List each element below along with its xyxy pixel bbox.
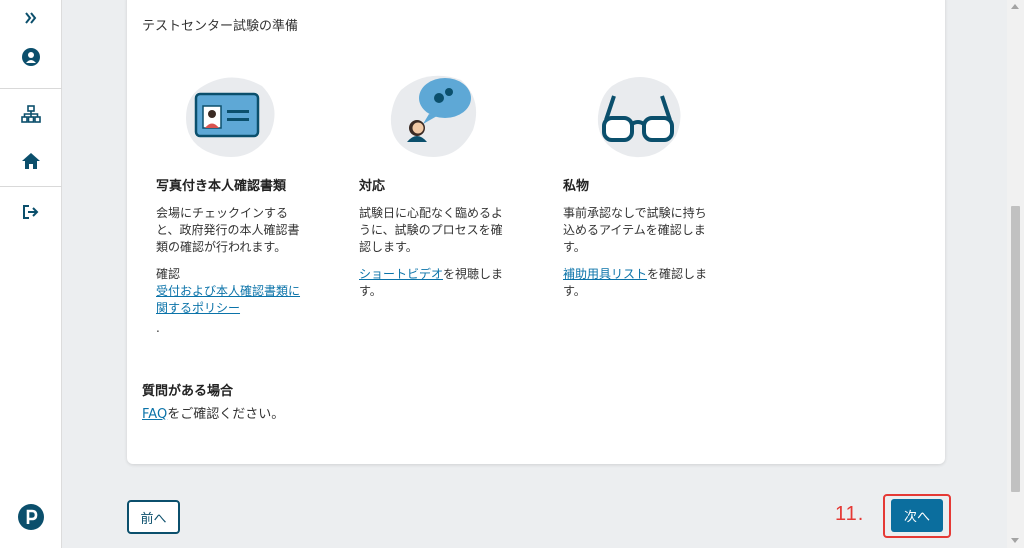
belongings-title: 私物 <box>563 179 590 194</box>
scroll-down-arrow-icon[interactable] <box>1011 538 1019 543</box>
pearson-logo[interactable] <box>0 502 62 532</box>
scrollbar[interactable] <box>1007 0 1024 548</box>
id-card-confirm-label: 確認 <box>156 267 181 281</box>
glasses-illustration <box>592 72 684 164</box>
scroll-up-arrow-icon[interactable] <box>1011 4 1019 9</box>
questions-title: 質問がある場合 <box>142 384 234 399</box>
prev-button[interactable]: 前へ <box>127 500 180 534</box>
short-video-link[interactable]: ショートビデオ <box>359 267 443 281</box>
sidebar-divider <box>0 186 62 187</box>
sign-out-icon[interactable] <box>0 201 62 223</box>
sidebar-divider <box>0 88 62 89</box>
id-card-illustration <box>182 72 278 164</box>
support-chat-illustration <box>387 70 479 164</box>
support-title: 対応 <box>359 179 386 194</box>
home-icon[interactable] <box>0 150 62 172</box>
belongings-list-line: 補助用具リストを確認します。 <box>563 266 718 300</box>
support-video-line: ショートビデオを視聴します。 <box>359 266 514 300</box>
faq-link[interactable]: FAQ <box>142 407 167 422</box>
id-card-trailing-dot: . <box>156 321 160 335</box>
sitemap-icon[interactable] <box>0 103 62 125</box>
aids-list-link[interactable]: 補助用具リスト <box>563 267 647 281</box>
sidebar <box>0 0 62 548</box>
next-button[interactable]: 次へ <box>891 499 943 532</box>
scroll-thumb[interactable] <box>1011 206 1020 492</box>
id-policy-link[interactable]: 受付および本人確認書類に関するポリシー <box>156 283 306 317</box>
expand-chevrons-icon[interactable] <box>0 8 62 28</box>
id-card-title: 写真付き本人確認書類 <box>156 179 287 194</box>
card-heading: テストセンター試験の準備 <box>142 19 299 34</box>
step-annotation: 11. <box>835 503 865 525</box>
belongings-text: 事前承認なしで試験に持ち込めるアイテムを確認します。 <box>563 206 707 254</box>
id-card-text: 会場にチェックインすると、政府発行の本人確認書類の確認が行われます。 <box>156 206 300 254</box>
user-icon[interactable] <box>0 46 62 68</box>
support-text: 試験日に心配なく臨めるように、試験のプロセスを確認します。 <box>359 206 504 254</box>
questions-suffix: をご確認ください。 <box>167 407 285 422</box>
questions-text: FAQをご確認ください。 <box>142 403 284 422</box>
